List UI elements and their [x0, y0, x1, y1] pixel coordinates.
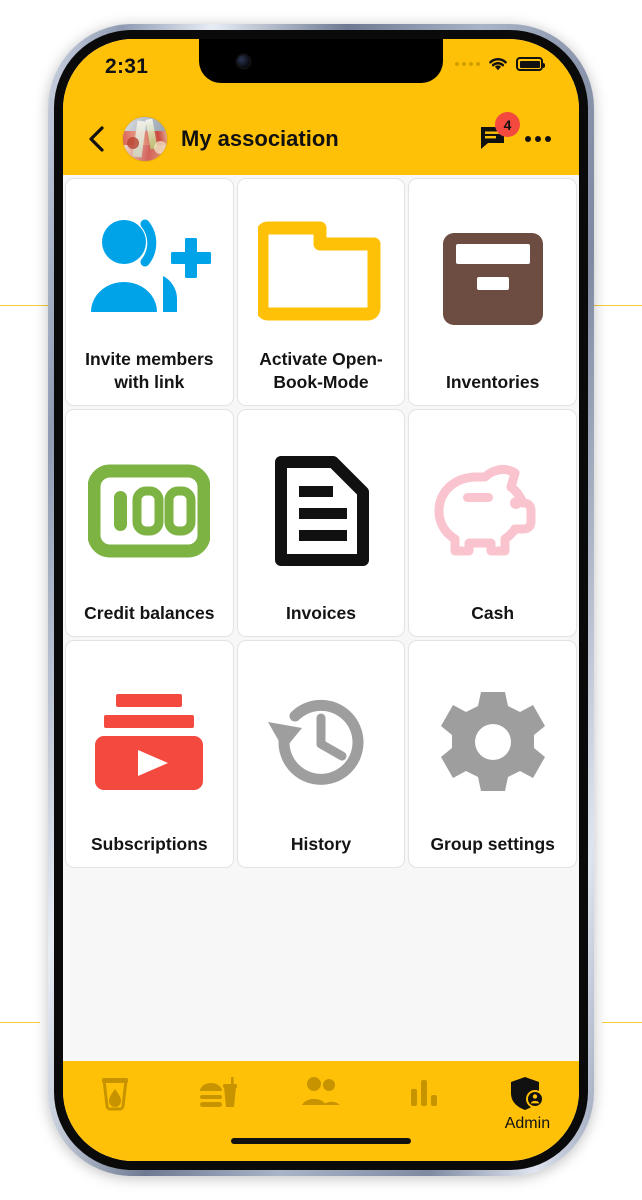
tile-label: Group settings: [430, 833, 555, 854]
tile-icon-wrap: [72, 651, 227, 833]
nav-item-drinks[interactable]: [63, 1075, 166, 1116]
overflow-menu-button[interactable]: [523, 124, 553, 154]
drink-glass-icon: [101, 1078, 128, 1111]
tile-label: Invoices: [285, 602, 357, 623]
clock-rotate-left-icon: [267, 699, 364, 785]
tile-inventories[interactable]: Inventories: [408, 178, 577, 406]
tile-icon-wrap: [415, 420, 570, 602]
tile-icon-wrap: [244, 420, 399, 602]
phone-screen: 2:31 My association 4 Invite members wit…: [63, 39, 579, 1161]
nav-item-members[interactable]: [269, 1075, 372, 1114]
status-badge: 4: [495, 112, 520, 137]
gear-icon: [440, 691, 545, 791]
document-lines-icon: [274, 455, 369, 566]
tile-label: History: [290, 833, 352, 854]
piggy-bank-icon: [434, 464, 536, 556]
bar-chart-icon: [411, 1080, 438, 1106]
app-bar: My association 4: [63, 103, 579, 175]
tile-label: Activate Open-Book-Mode: [259, 349, 383, 392]
tile-label: Cash: [471, 602, 515, 623]
wifi-icon: [489, 58, 507, 71]
tile-invoices[interactable]: Invoices: [236, 409, 406, 637]
display-notch: [199, 39, 443, 83]
tile-invite-members[interactable]: Invite members with link: [65, 178, 234, 406]
tile-icon-wrap: [244, 651, 399, 833]
tile-open-book-mode[interactable]: Activate Open-Book-Mode: [236, 178, 406, 406]
tile-group-settings[interactable]: Group settings: [408, 640, 577, 868]
tile-icon-wrap: [415, 651, 570, 833]
battery-full-icon: [516, 57, 545, 71]
guide-line-left-bottom: [0, 1022, 40, 1023]
back-button[interactable]: [81, 124, 111, 154]
messages-button[interactable]: 4: [477, 112, 520, 156]
tile-subscriptions[interactable]: Subscriptions: [65, 640, 234, 868]
video-stack-play-icon: [95, 693, 204, 790]
tile-label: Inventories: [445, 371, 540, 392]
tile-cash[interactable]: Cash: [408, 409, 577, 637]
tile-credit-balances[interactable]: Credit balances: [65, 409, 234, 637]
guide-line-right-bottom: [602, 1022, 642, 1023]
page-title: My association: [181, 126, 339, 151]
archive-box-icon: [442, 232, 543, 325]
phone-device-frame: 2:31 My association 4 Invite members wit…: [48, 24, 594, 1176]
main-content: Invite members with link Activate Open-B…: [63, 175, 579, 1061]
tile-icon-wrap: [72, 189, 227, 348]
open-folder-icon: [257, 221, 381, 321]
front-camera-icon: [237, 55, 250, 68]
phone-bezel: 2:31 My association 4 Invite members wit…: [54, 30, 588, 1170]
nav-item-admin[interactable]: Admin: [476, 1075, 579, 1132]
status-bar: 2:31: [63, 39, 579, 103]
chevron-left-icon: [89, 126, 104, 152]
status-time: 2:31: [105, 55, 149, 78]
nav-item-food[interactable]: [166, 1075, 269, 1116]
home-indicator[interactable]: [231, 1138, 411, 1144]
shield-person-icon: [511, 1077, 545, 1110]
tile-history[interactable]: History: [236, 640, 406, 868]
tile-icon-wrap: [415, 189, 570, 371]
nav-label: Admin: [504, 1115, 551, 1132]
banknote-100-icon: [88, 464, 211, 558]
tile-label: Invite members with link: [85, 349, 214, 392]
tile-label: Credit balances: [84, 602, 215, 623]
food-burger-drink-icon: [199, 1077, 237, 1107]
bottom-navigation: Admin: [63, 1061, 579, 1161]
nav-item-statistics[interactable]: [373, 1075, 476, 1114]
status-indicators: [455, 56, 545, 72]
avatar[interactable]: [123, 117, 167, 161]
tile-label: Subscriptions: [90, 833, 208, 854]
action-grid: Invite members with link Activate Open-B…: [65, 178, 577, 868]
person-add-icon: [91, 219, 212, 312]
cellular-dots-icon: [455, 62, 480, 66]
more-horizontal-icon: [525, 136, 531, 142]
people-icon: [302, 1077, 340, 1105]
tile-icon-wrap: [72, 420, 227, 602]
tile-icon-wrap: [244, 189, 399, 348]
